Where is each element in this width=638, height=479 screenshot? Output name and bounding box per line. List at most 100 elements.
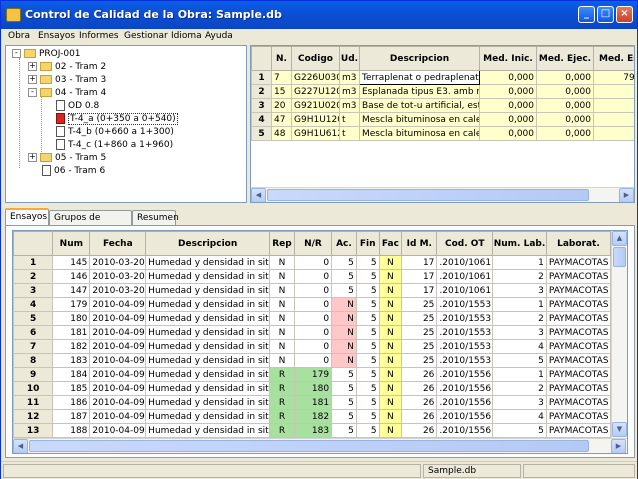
items-cell[interactable]: 0,000 <box>536 112 594 127</box>
collapse-icon[interactable]: - <box>12 49 21 58</box>
tests-cell[interactable]: N <box>269 269 295 284</box>
tests-row[interactable]: 10 185 2010-04-09 Humedad y densidad in sit… <box>13 381 612 396</box>
collapse-icon[interactable]: - <box>28 88 37 97</box>
tests-cell[interactable]: 25 <box>401 353 438 368</box>
items-cell[interactable]: 47 <box>271 112 292 127</box>
tests-cell[interactable]: 146 <box>52 269 91 284</box>
tests-cell[interactable]: N <box>378 311 403 326</box>
tests-cell[interactable]: 0 <box>293 297 333 312</box>
tests-row[interactable]: 71822010-04-09Humedad y densidad in situ… <box>13 339 612 354</box>
tests-cell[interactable]: 5 <box>355 269 380 284</box>
tests-cell[interactable]: 2010-03-20 <box>89 269 147 284</box>
tests-cell[interactable]: 26 <box>401 367 438 382</box>
tree-item-tram-5[interactable]: +05 - Tram 5 <box>28 152 106 165</box>
tests-cell[interactable]: 5 <box>355 381 380 396</box>
tests-row[interactable]: 91842010-04-09Humedad y densidad in situ… <box>13 367 612 382</box>
items-cell[interactable]: m3 <box>339 84 360 99</box>
tests-cell[interactable]: R <box>269 381 295 396</box>
items-row[interactable]: 447G9H1U120tMescla bituminosa en calent … <box>251 112 634 127</box>
tests-cell[interactable]: N <box>378 409 403 424</box>
tests-cell[interactable]: PAYMACOTAS <box>545 297 612 312</box>
items-row[interactable]: 3 20 G921U020 m3 Base de tot-u artificial, e… <box>251 98 634 113</box>
tests-cell[interactable]: 2 <box>492 311 547 326</box>
tests-cell[interactable]: Humedad y densidad in situ (m <box>145 283 271 298</box>
tests-cell[interactable]: 2010-04-09 <box>89 311 147 326</box>
menu-informes[interactable]: Informes <box>79 31 119 41</box>
tests-cell[interactable]: 25 <box>401 339 438 354</box>
items-row-number[interactable]: 4 <box>251 112 272 127</box>
tree-item-t4c[interactable]: T-4_c (1+860 a 1+960) <box>56 139 173 152</box>
tests-cell[interactable]: R <box>269 367 295 382</box>
tests-cell[interactable]: 2 <box>492 381 547 396</box>
tests-cell[interactable]: 25 <box>401 297 438 312</box>
tests-cell[interactable]: N <box>378 339 403 354</box>
items-col-descripcion[interactable]: Descripcion <box>359 46 480 71</box>
items-cell[interactable]: Mescla bituminosa en calent AC <box>359 126 480 141</box>
items-col-med-ejec[interactable]: Med. Ejec. <box>536 46 594 71</box>
items-cell[interactable]: G226U030 <box>291 70 340 85</box>
tests-row-number[interactable]: 11 <box>13 395 54 410</box>
tests-row-number[interactable]: 8 <box>13 353 54 368</box>
tests-cell[interactable]: 147 <box>52 283 91 298</box>
tests-cell[interactable]: 188 <box>52 423 91 438</box>
tests-vscroll-thumb[interactable] <box>613 247 626 267</box>
tests-row-number[interactable]: 5 <box>13 311 54 326</box>
tests-cell[interactable]: 187 <box>52 409 91 424</box>
tests-cell[interactable]: 5 <box>331 381 357 396</box>
tab-resumen[interactable]: Resumen <box>132 210 179 226</box>
tests-cell[interactable]: N <box>378 325 403 340</box>
tests-cell[interactable]: 4 <box>492 409 547 424</box>
tests-cell[interactable]: Humedad y densidad in situ (m <box>145 353 271 368</box>
tests-cell[interactable]: 5 <box>331 423 357 438</box>
items-row[interactable]: 17G226U030m3Terraplenat o pedraplenat sò… <box>251 70 634 85</box>
items-cell[interactable]: 0,0 <box>593 126 634 141</box>
items-row[interactable]: 548G9H1U612tMescla bituminosa en calent … <box>251 126 634 141</box>
menu-idioma[interactable]: Idioma <box>171 31 202 41</box>
tests-cell[interactable]: 2010-04-09 <box>89 325 147 340</box>
tests-row[interactable]: 61812010-04-09Humedad y densidad in situ… <box>13 325 612 340</box>
expand-icon[interactable]: + <box>28 75 37 84</box>
tests-cell[interactable]: 17 <box>401 255 438 270</box>
tests-cell[interactable]: 5 <box>492 423 547 438</box>
tests-cell[interactable]: PAYMACOTAS <box>545 325 612 340</box>
tests-cell[interactable]: Humedad y densidad in situ (m <box>145 325 271 340</box>
tests-cell[interactable]: Humedad y densidad in situ (m <box>145 423 271 438</box>
tests-cell[interactable]: 5 <box>331 255 357 270</box>
items-cell[interactable]: 7 <box>271 70 292 85</box>
items-cell[interactable]: m3 <box>339 70 360 85</box>
tests-cell[interactable]: 2010-04-09 <box>89 381 147 396</box>
tests-cell[interactable]: N <box>378 353 403 368</box>
tests-cell[interactable]: 180 <box>52 311 91 326</box>
scroll-right-icon[interactable]: ▶ <box>619 188 634 202</box>
tests-col-laborat[interactable]: Laborat. <box>545 231 612 256</box>
tests-row-number[interactable]: 3 <box>13 283 54 298</box>
tests-col-fac[interactable]: Fac <box>378 231 403 256</box>
tests-cell[interactable]: 26 <box>401 395 438 410</box>
items-hscrollbar[interactable]: ◀ ▶ <box>251 187 634 202</box>
tests-col-num[interactable]: Num <box>52 231 91 256</box>
tests-cell[interactable]: N <box>331 297 357 312</box>
maximize-button[interactable]: □ <box>597 6 614 23</box>
tests-vscrollbar[interactable]: ▲ ▼ <box>611 231 627 438</box>
tests-col-numlab[interactable]: Num. Lab. <box>492 231 547 256</box>
tests-col-nr[interactable]: N/R <box>293 231 333 256</box>
tests-cell[interactable]: 183 <box>293 423 333 438</box>
tests-cell[interactable]: Humedad y densidad in situ (m <box>145 297 271 312</box>
tests-cell[interactable]: 185 <box>52 381 91 396</box>
tests-cell[interactable]: 5 <box>331 409 357 424</box>
tests-cell[interactable]: 0 <box>293 283 333 298</box>
items-cell[interactable]: 0,000 <box>479 84 537 99</box>
tests-cell[interactable]: .2010/1061 <box>436 283 494 298</box>
tests-cell[interactable]: 2010-03-20 <box>89 283 147 298</box>
items-row-number[interactable]: 2 <box>251 84 272 99</box>
scroll-left-icon[interactable]: ◀ <box>251 188 266 202</box>
tests-cell[interactable]: 25 <box>401 325 438 340</box>
tests-cell[interactable]: 5 <box>355 353 380 368</box>
tree-item-t4a[interactable]: T-4_a (0+350 a 0+540) <box>56 113 178 126</box>
items-cell[interactable]: 0,000 <box>536 84 594 99</box>
items-cell[interactable]: Terraplenat o pedraplenat sòl <box>359 70 480 85</box>
items-cell[interactable]: 0,000 <box>479 98 537 113</box>
items-col-med-esti[interactable]: Med. Esti <box>593 46 634 71</box>
tests-cell[interactable]: 5 <box>331 269 357 284</box>
tests-cell[interactable]: PAYMACOTAS <box>545 283 612 298</box>
